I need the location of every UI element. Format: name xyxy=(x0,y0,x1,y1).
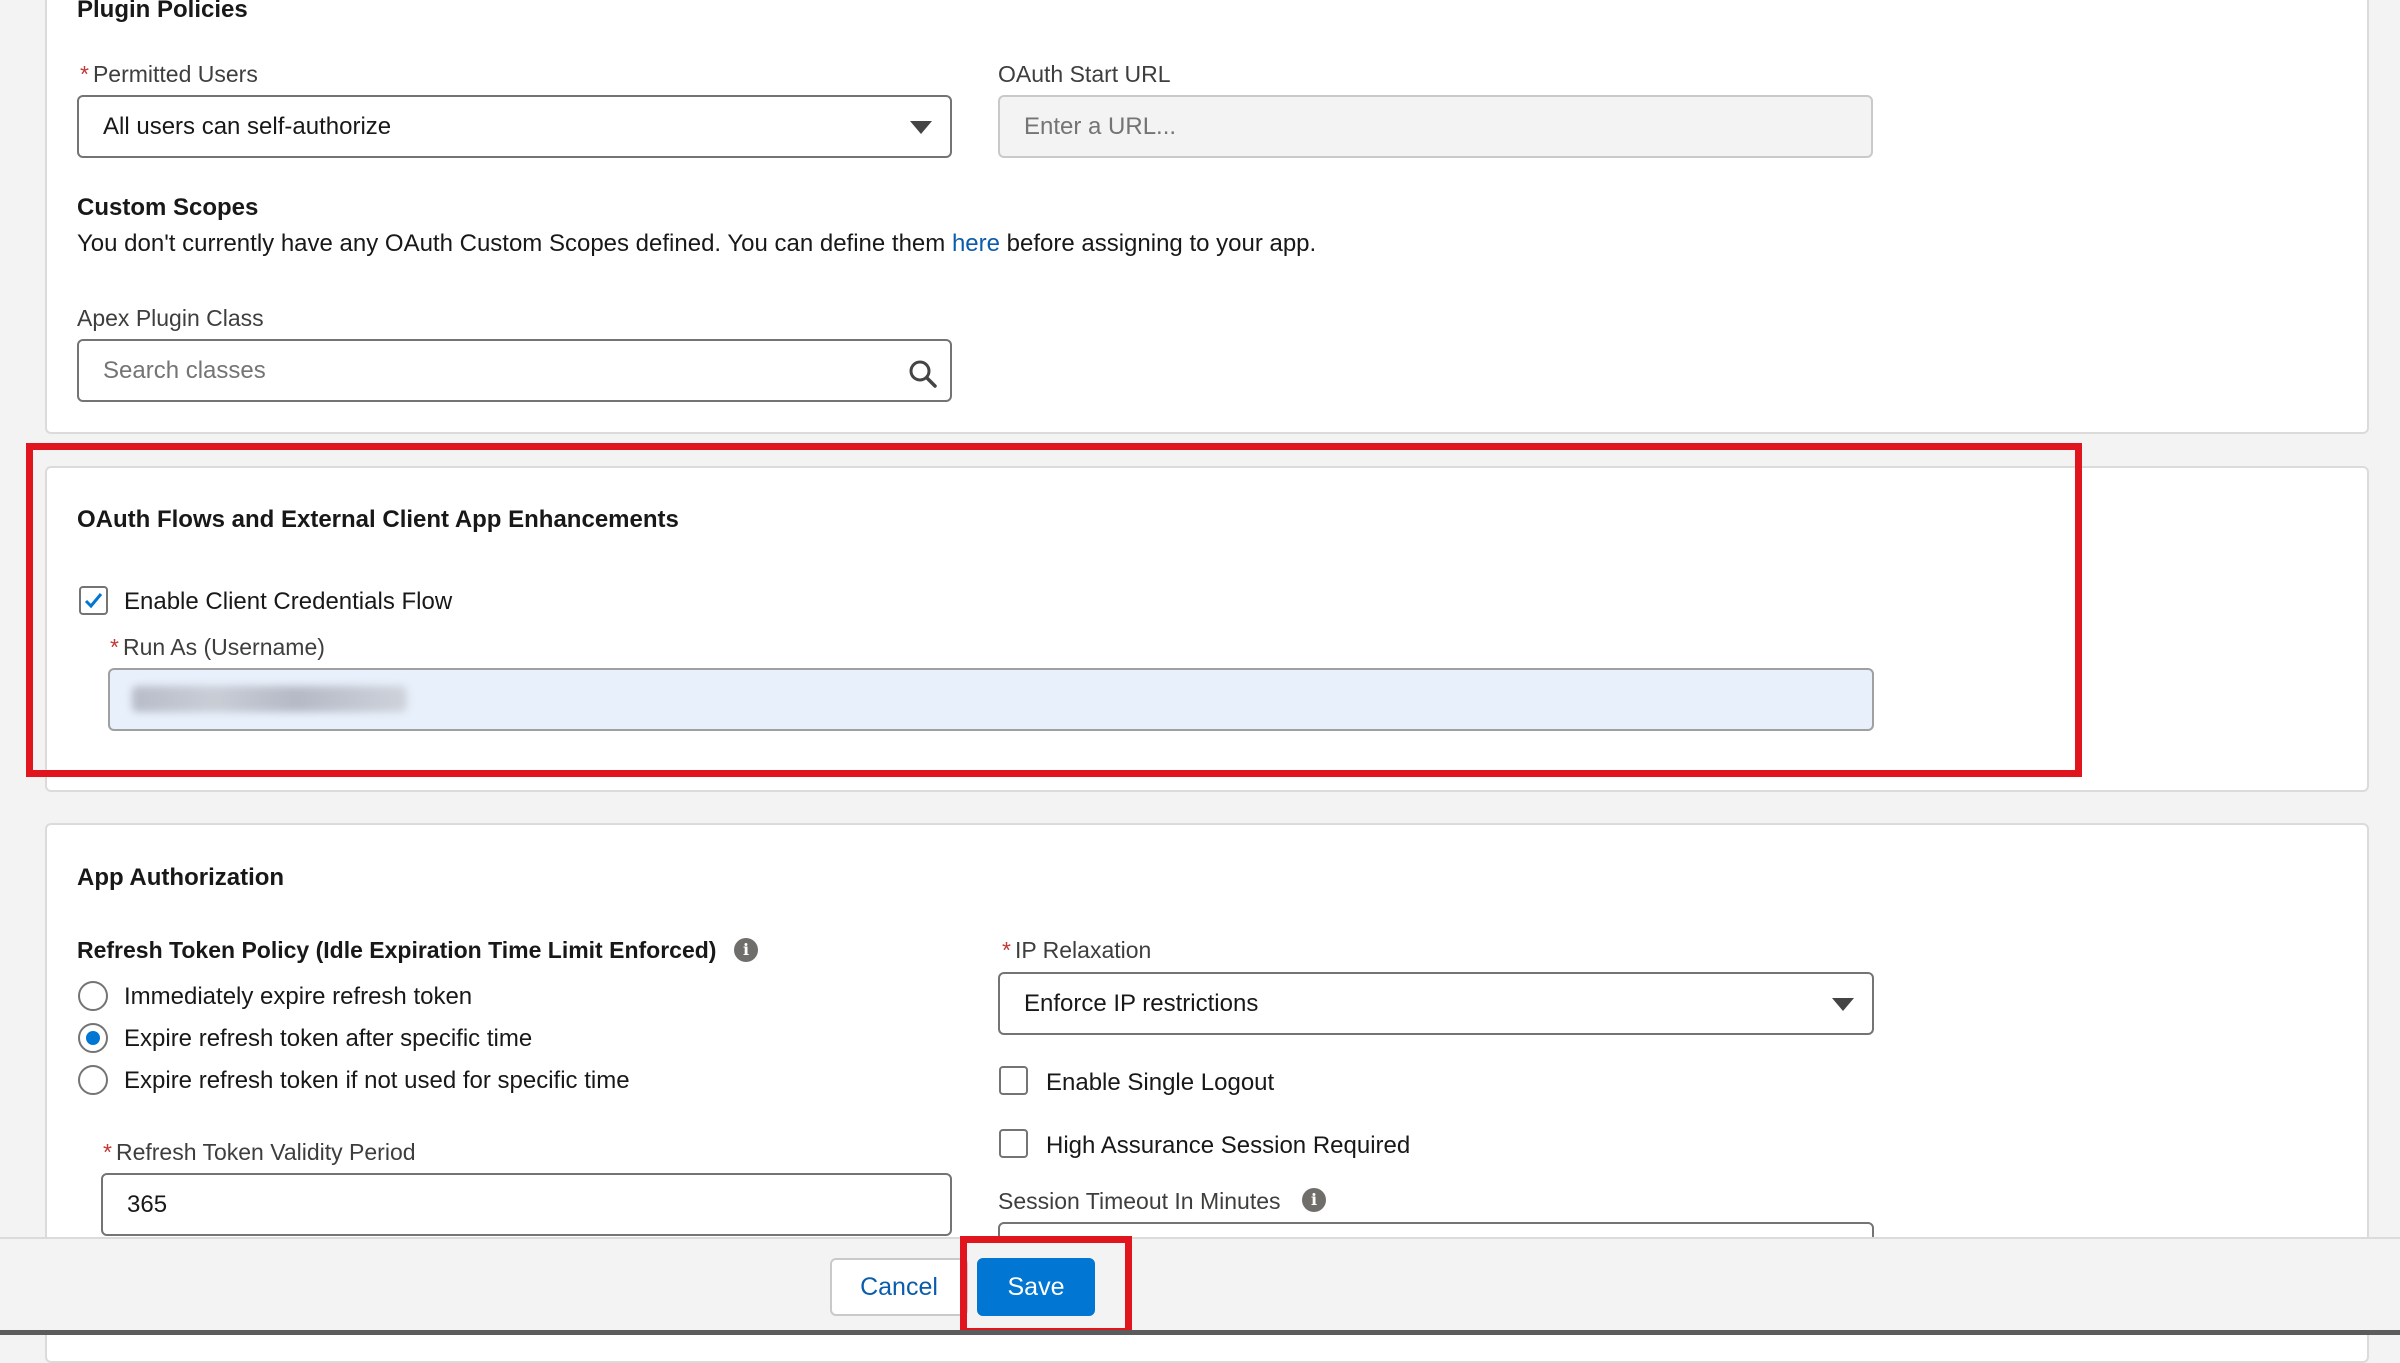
ip-relaxation-label-text: IP Relaxation xyxy=(1014,937,1152,963)
high-assurance-checkbox[interactable] xyxy=(999,1129,1028,1158)
ip-relaxation-value: Enforce IP restrictions xyxy=(1024,989,1259,1017)
ip-relaxation-label: * IP Relaxation xyxy=(1002,937,1151,964)
permitted-users-label: * Permitted Users xyxy=(80,61,258,88)
custom-scopes-here-link[interactable]: here xyxy=(952,230,1000,257)
ip-relaxation-select[interactable]: Enforce IP restrictions xyxy=(998,972,1874,1035)
radio-expire-if-not-used[interactable] xyxy=(78,1065,108,1095)
custom-scopes-text-after: before assigning to your app. xyxy=(1006,230,1317,257)
highlight-box-oauth-section xyxy=(26,443,2082,777)
radio-immediately-expire[interactable] xyxy=(78,981,108,1011)
app-authorization-title: App Authorization xyxy=(77,864,285,891)
required-mark: * xyxy=(103,1139,112,1165)
refresh-token-validity-label: * Refresh Token Validity Period xyxy=(103,1139,416,1166)
oauth-start-url-label: OAuth Start URL xyxy=(998,61,1171,87)
footer-bottom-border xyxy=(0,1330,2400,1335)
custom-scopes-description: You don't currently have any OAuth Custo… xyxy=(77,230,1316,258)
oauth-start-url-input: Enter a URL... xyxy=(998,95,1873,158)
info-icon[interactable]: i xyxy=(734,938,758,962)
chevron-down-icon xyxy=(910,120,932,134)
search-icon[interactable] xyxy=(908,359,938,389)
permitted-users-select[interactable]: All users can self-authorize xyxy=(77,95,952,158)
permitted-users-value: All users can self-authorize xyxy=(103,112,392,140)
apex-plugin-class-placeholder: Search classes xyxy=(103,356,266,384)
apex-plugin-class-search[interactable]: Search classes xyxy=(77,339,952,402)
refresh-token-validity-value: 365 xyxy=(127,1190,168,1218)
radio-label-immediately-expire: Immediately expire refresh token xyxy=(124,983,473,1010)
custom-scopes-text-before: You don't currently have any OAuth Custo… xyxy=(77,230,946,257)
custom-scopes-title: Custom Scopes xyxy=(77,194,259,221)
single-logout-checkbox[interactable] xyxy=(999,1066,1028,1095)
radio-selected-dot xyxy=(86,1031,100,1045)
highlight-box-save xyxy=(960,1236,1132,1335)
info-icon[interactable]: i xyxy=(1302,1188,1326,1212)
plugin-policies-title: Plugin Policies xyxy=(77,0,248,23)
refresh-token-validity-label-text: Refresh Token Validity Period xyxy=(115,1139,416,1165)
required-mark: * xyxy=(1002,937,1011,963)
cancel-button[interactable]: Cancel xyxy=(830,1258,968,1316)
refresh-token-policy-label: Refresh Token Policy (Idle Expiration Ti… xyxy=(77,937,716,964)
radio-label-expire-after-specific-time: Expire refresh token after specific time xyxy=(124,1025,533,1052)
radio-expire-after-specific-time[interactable] xyxy=(78,1023,108,1053)
refresh-token-validity-input[interactable]: 365 xyxy=(101,1173,952,1236)
session-timeout-label: Session Timeout In Minutes xyxy=(998,1188,1281,1214)
high-assurance-label: High Assurance Session Required xyxy=(1046,1132,1411,1159)
apex-plugin-class-label: Apex Plugin Class xyxy=(77,305,264,331)
refresh-token-policy-label-text: Refresh Token Policy (Idle Expiration Ti… xyxy=(77,937,717,963)
radio-label-expire-if-not-used: Expire refresh token if not used for spe… xyxy=(124,1067,630,1094)
footer-bar xyxy=(0,1237,2400,1335)
single-logout-label: Enable Single Logout xyxy=(1046,1069,1275,1096)
oauth-start-url-placeholder: Enter a URL... xyxy=(1024,112,1177,140)
required-mark: * xyxy=(80,61,89,87)
chevron-down-icon xyxy=(1832,997,1854,1011)
permitted-users-label-text: Permitted Users xyxy=(92,61,258,87)
